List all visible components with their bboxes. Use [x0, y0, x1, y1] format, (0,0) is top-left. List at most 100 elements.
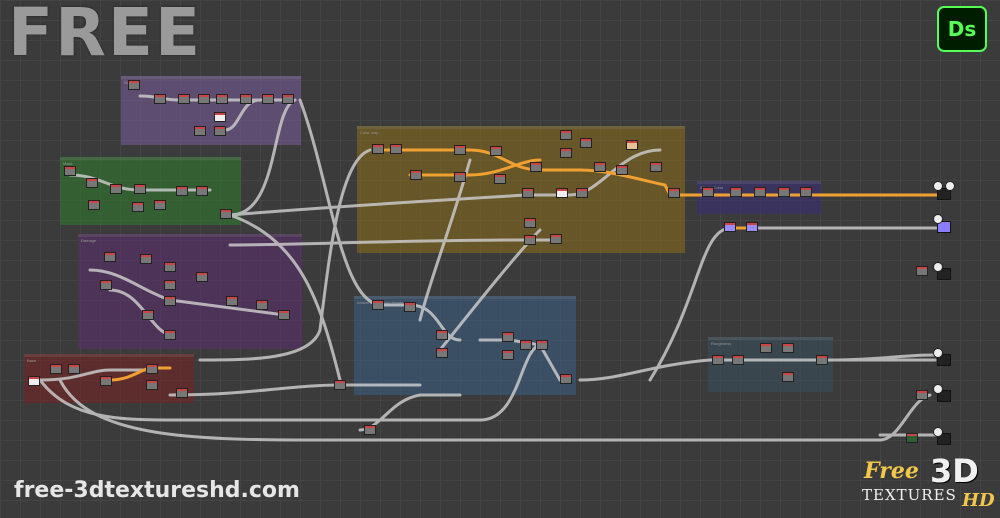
graph-node[interactable]: [176, 388, 188, 398]
graph-node[interactable]: [134, 184, 146, 194]
output-pin-icon[interactable]: [933, 214, 943, 224]
output-pin-icon[interactable]: [933, 262, 943, 272]
graph-node[interactable]: [278, 310, 290, 320]
graph-node[interactable]: [364, 425, 376, 435]
graph-canvas[interactable]: Bat Mask Damage Base Color map Ambient O…: [0, 0, 1000, 518]
graph-node[interactable]: [650, 162, 662, 172]
graph-node[interactable]: [262, 94, 274, 104]
graph-node[interactable]: [256, 300, 268, 310]
graph-node[interactable]: [164, 262, 176, 272]
graph-node[interactable]: [626, 140, 638, 150]
graph-node[interactable]: [100, 376, 112, 386]
output-pin-icon[interactable]: [945, 181, 955, 191]
graph-node[interactable]: [140, 254, 152, 264]
graph-node[interactable]: [68, 364, 80, 374]
output-pin-icon[interactable]: [933, 427, 943, 437]
graph-node[interactable]: [240, 94, 252, 104]
graph-node[interactable]: [436, 330, 448, 340]
graph-node[interactable]: [128, 80, 140, 90]
graph-node[interactable]: [334, 380, 346, 390]
graph-node[interactable]: [214, 112, 226, 122]
graph-node[interactable]: [778, 187, 790, 197]
graph-node[interactable]: [536, 340, 548, 350]
graph-node[interactable]: [142, 310, 154, 320]
graph-node[interactable]: [760, 343, 772, 353]
graph-node[interactable]: [110, 184, 122, 194]
graph-node[interactable]: [50, 364, 62, 374]
graph-node[interactable]: [782, 372, 794, 382]
graph-node[interactable]: [164, 280, 176, 290]
graph-node[interactable]: [220, 209, 232, 219]
graph-node[interactable]: [730, 187, 742, 197]
graph-node[interactable]: [454, 172, 466, 182]
graph-node[interactable]: [576, 188, 588, 198]
graph-node[interactable]: [712, 355, 724, 365]
graph-node[interactable]: [816, 355, 828, 365]
graph-node[interactable]: [746, 222, 758, 232]
graph-node[interactable]: [754, 187, 766, 197]
graph-node[interactable]: [436, 348, 448, 358]
graph-node[interactable]: [520, 340, 532, 350]
graph-node[interactable]: [702, 187, 714, 197]
graph-node[interactable]: [410, 170, 422, 180]
graph-node[interactable]: [154, 200, 166, 210]
graph-node[interactable]: [530, 162, 542, 172]
graph-node[interactable]: [164, 330, 176, 340]
graph-node[interactable]: [724, 222, 736, 232]
graph-node[interactable]: [580, 138, 592, 148]
graph-node[interactable]: [560, 130, 572, 140]
graph-node[interactable]: [214, 126, 226, 136]
graph-node[interactable]: [178, 94, 190, 104]
graph-node[interactable]: [164, 296, 176, 306]
output-pin-icon[interactable]: [933, 384, 943, 394]
free-watermark: FREE: [8, 0, 203, 71]
graph-node[interactable]: [594, 162, 606, 172]
output-pin-icon[interactable]: [933, 348, 943, 358]
graph-node[interactable]: [86, 178, 98, 188]
graph-node[interactable]: [454, 145, 466, 155]
graph-node[interactable]: [556, 188, 568, 198]
graph-node[interactable]: [100, 280, 112, 290]
graph-node[interactable]: [390, 144, 402, 154]
graph-node[interactable]: [104, 252, 116, 262]
graph-node[interactable]: [404, 302, 416, 312]
graph-node[interactable]: [176, 186, 188, 196]
graph-node[interactable]: [916, 266, 928, 276]
graph-node[interactable]: [550, 234, 562, 244]
graph-node[interactable]: [800, 187, 812, 197]
graph-node[interactable]: [132, 202, 144, 212]
graph-node[interactable]: [616, 165, 628, 175]
graph-node[interactable]: [196, 272, 208, 282]
graph-node[interactable]: [282, 94, 294, 104]
graph-node[interactable]: [64, 166, 76, 176]
graph-node[interactable]: [906, 433, 918, 443]
graph-node[interactable]: [494, 174, 506, 184]
graph-node[interactable]: [490, 146, 502, 156]
graph-node[interactable]: [524, 218, 536, 228]
site-url-text: free-3dtextureshd.com: [14, 478, 300, 503]
graph-node[interactable]: [502, 350, 514, 360]
graph-node[interactable]: [194, 126, 206, 136]
graph-node[interactable]: [196, 186, 208, 196]
graph-node[interactable]: [668, 188, 680, 198]
graph-node[interactable]: [522, 188, 534, 198]
graph-node[interactable]: [372, 300, 384, 310]
graph-node[interactable]: [216, 94, 228, 104]
graph-node[interactable]: [372, 144, 384, 154]
graph-node[interactable]: [226, 296, 238, 306]
output-pin-icon[interactable]: [933, 181, 943, 191]
graph-node[interactable]: [916, 390, 928, 400]
graph-node[interactable]: [782, 343, 794, 353]
graph-node[interactable]: [502, 332, 514, 342]
graph-node[interactable]: [146, 364, 158, 374]
graph-node[interactable]: [146, 380, 158, 390]
graph-node[interactable]: [88, 200, 100, 210]
graph-node[interactable]: [28, 376, 40, 386]
graph-node[interactable]: [560, 374, 572, 384]
graph-node[interactable]: [560, 148, 572, 158]
brand-logo: Free 3D TEXTURES HD: [858, 452, 995, 514]
graph-node[interactable]: [154, 94, 166, 104]
graph-node[interactable]: [732, 355, 744, 365]
graph-node[interactable]: [198, 94, 210, 104]
graph-node[interactable]: [524, 235, 536, 245]
